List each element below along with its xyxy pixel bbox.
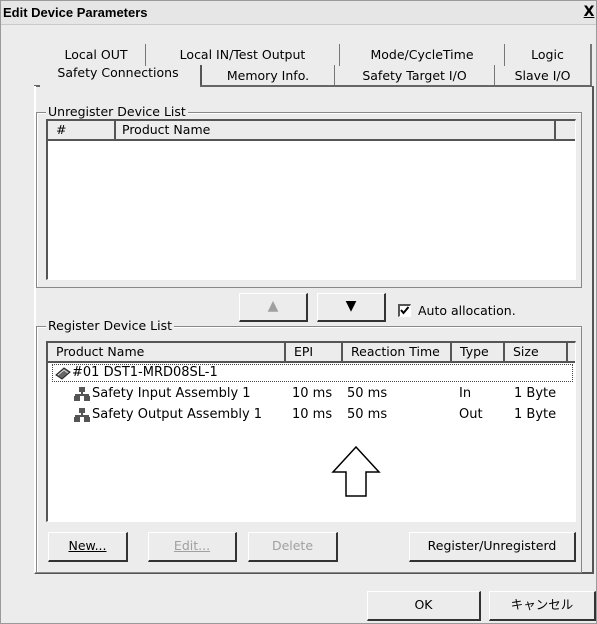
unregister-device-listview[interactable]: # Product Name <box>46 119 576 280</box>
column-header-size[interactable]: Size <box>505 343 568 363</box>
register-unregister-button[interactable]: Register/Unregisterd <box>409 532 576 562</box>
network-node-icon <box>74 408 90 426</box>
close-icon[interactable]: X <box>582 4 596 21</box>
assembly-reaction-time: 50 ms <box>347 407 388 422</box>
table-row[interactable]: Safety Input Assembly 1 10 ms 50 ms In 1… <box>48 386 575 405</box>
new-button[interactable]: New... <box>48 532 128 562</box>
column-header-epi[interactable]: EPI <box>286 343 343 363</box>
auto-allocation-label[interactable]: Auto allocation. <box>418 303 516 318</box>
tab-memory-info[interactable]: Memory Info. <box>200 65 335 87</box>
register-device-listview[interactable]: Product Name EPI Reaction Time Type Size… <box>46 341 576 522</box>
title-bar[interactable]: Edit Device Parameters X <box>1 1 596 25</box>
column-header-reaction-time[interactable]: Reaction Time <box>343 343 452 363</box>
arrow-down-icon: ▼ <box>345 298 357 314</box>
edit-button[interactable]: Edit... <box>148 532 237 562</box>
assembly-epi: 10 ms <box>292 407 333 422</box>
assembly-name: Safety Input Assembly 1 <box>92 386 251 401</box>
tab-safety-target-io[interactable]: Safety Target I/O <box>335 65 495 87</box>
ok-button-label: OK <box>414 597 433 612</box>
move-down-button[interactable]: ▼ <box>317 293 386 322</box>
device-name: #01 DST1-MRD08SL-1 <box>72 365 218 380</box>
cancel-button-label: キャンセル <box>510 597 574 612</box>
column-header-filler <box>568 343 575 363</box>
column-header-product-name[interactable]: Product Name <box>48 343 286 363</box>
cancel-button[interactable]: キャンセル <box>489 591 596 621</box>
tab-slave-io[interactable]: Slave I/O <box>495 65 592 87</box>
delete-button[interactable]: Delete <box>248 532 338 562</box>
move-up-button[interactable]: ▲ <box>239 293 308 322</box>
delete-button-label: Delete <box>271 538 314 553</box>
assembly-epi: 10 ms <box>292 386 333 401</box>
new-button-label: New... <box>68 538 107 553</box>
assembly-type: In <box>459 386 472 401</box>
up-arrow-icon <box>331 446 381 497</box>
assembly-name: Safety Output Assembly 1 <box>92 407 263 422</box>
table-row[interactable]: Safety Output Assembly 1 10 ms 50 ms Out… <box>48 407 575 426</box>
arrow-up-icon: ▲ <box>267 298 279 314</box>
device-row[interactable]: #01 DST1-MRD08SL-1 <box>52 364 573 382</box>
check-icon <box>400 306 410 315</box>
unregister-device-list-label: Unregister Device List <box>46 104 188 119</box>
tab-safety-connections[interactable]: Safety Connections <box>40 62 196 84</box>
tab-mode-cycletime[interactable]: Mode/CycleTime <box>340 44 505 66</box>
window-title: Edit Device Parameters <box>3 5 148 20</box>
column-header-product-name[interactable]: Product Name <box>116 121 556 141</box>
ok-button[interactable]: OK <box>367 591 481 621</box>
device-icon <box>55 366 71 383</box>
edit-button-label: Edit... <box>173 538 211 553</box>
register-unregister-button-label: Register/Unregisterd <box>427 538 557 553</box>
assembly-reaction-time: 50 ms <box>347 386 388 401</box>
column-header-type[interactable]: Type <box>452 343 505 363</box>
edit-device-parameters-dialog: Edit Device Parameters X Local OUT Local… <box>0 0 597 624</box>
register-device-list-label: Register Device List <box>46 318 175 333</box>
column-header-number[interactable]: # <box>48 121 116 141</box>
column-header-filler <box>556 121 575 141</box>
auto-allocation-checkbox[interactable] <box>398 304 411 317</box>
network-node-icon <box>74 387 90 405</box>
assembly-type: Out <box>459 407 483 422</box>
assembly-size: 1 Byte <box>514 407 557 422</box>
assembly-size: 1 Byte <box>514 386 557 401</box>
tab-logic[interactable]: Logic <box>505 44 592 66</box>
